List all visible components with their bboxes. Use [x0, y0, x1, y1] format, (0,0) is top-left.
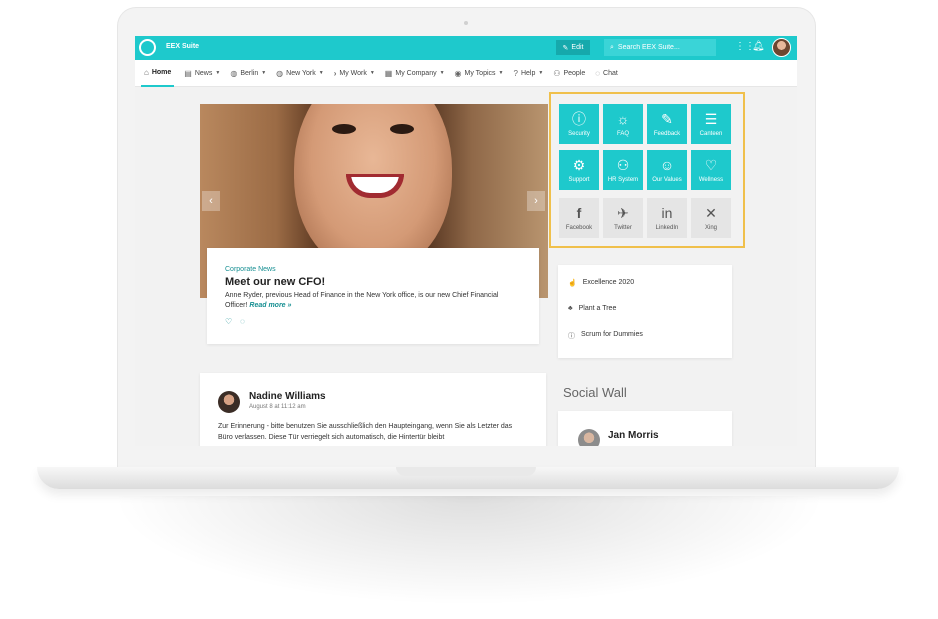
nav-help[interactable]: ? Help ▼ — [513, 60, 543, 87]
screen: EEX Suite ✎ Edit ⌕ ⋮⋮⋮ 🔔︎ ⌂Home ▤News▼ ◍… — [135, 36, 797, 446]
logo-icon[interactable] — [139, 39, 156, 56]
xing-icon: ✕ — [705, 205, 717, 221]
building-icon: ▦ — [384, 68, 393, 78]
news-category[interactable]: Corporate News — [225, 266, 521, 273]
nav-news[interactable]: ▤ News ▼ — [184, 60, 220, 87]
read-more-link[interactable]: Read more » — [249, 302, 291, 309]
chevron-right-icon: › — [333, 68, 337, 78]
caret-down-icon: ▼ — [215, 70, 221, 76]
home-icon: ⌂ — [144, 67, 149, 77]
smile-icon: ☺ — [659, 157, 675, 173]
top-bar: EEX Suite ✎ Edit ⌕ ⋮⋮⋮ 🔔︎ — [135, 36, 797, 60]
location-pin-icon: ◍ — [230, 68, 238, 78]
caret-down-icon: ▼ — [439, 70, 445, 76]
news-card[interactable]: Corporate News Meet our new CFO! Anne Ry… — [207, 248, 539, 344]
caret-down-icon: ▼ — [498, 70, 504, 76]
thumbs-up-icon: ☝ — [568, 280, 577, 287]
social-wall-card: Jan Morris — [558, 411, 732, 446]
tree-icon: ♣ — [568, 305, 573, 312]
question-icon: ? — [513, 68, 518, 78]
tile-security[interactable]: ⓘ Security — [559, 104, 599, 144]
hero-smile — [346, 174, 404, 198]
team-icon: ⚇ — [616, 157, 630, 173]
laptop-notch — [396, 467, 536, 476]
eye-icon: ◉ — [454, 68, 462, 78]
social-post-author[interactable]: Jan Morris — [608, 430, 659, 441]
tile-facebook[interactable]: f Facebook — [559, 198, 599, 238]
caret-down-icon: ▼ — [538, 70, 544, 76]
edit-label: Edit — [571, 44, 584, 51]
laptop-shadow — [110, 496, 828, 606]
nav-my-work[interactable]: › My Work ▼ — [334, 60, 375, 87]
heart-icon: ♡ — [704, 157, 718, 173]
newspaper-icon: ▤ — [184, 68, 192, 78]
caret-down-icon: ▼ — [261, 70, 267, 76]
chat-icon: ◌ — [595, 68, 601, 78]
nav-new-york[interactable]: ◍ New York ▼ — [276, 60, 324, 87]
quick-link-plant-tree[interactable]: ♣ Plant a Tree — [568, 305, 722, 331]
search-icon: ⌕ — [610, 43, 614, 51]
user-avatar[interactable] — [772, 38, 791, 57]
people-icon: ⚇ — [553, 68, 561, 78]
tile-hr-system[interactable]: ⚇ HR System — [603, 150, 643, 190]
carousel-prev-button[interactable]: ‹ — [202, 191, 220, 211]
linkedin-icon: in — [661, 205, 673, 221]
info-icon: ⓘ — [568, 333, 575, 340]
info-icon: ⓘ — [572, 111, 586, 127]
caret-down-icon: ▼ — [318, 70, 324, 76]
gear-icon: ⚙ — [572, 157, 586, 173]
edit-button[interactable]: ✎ Edit — [556, 40, 590, 55]
tile-canteen[interactable]: ☰ Canteen — [691, 104, 731, 144]
nav-home[interactable]: ⌂ Home — [141, 60, 175, 87]
tile-feedback[interactable]: ✎ Feedback — [647, 104, 687, 144]
stage: EEX Suite ✎ Edit ⌕ ⋮⋮⋮ 🔔︎ ⌂Home ▤News▼ ◍… — [0, 0, 938, 619]
tile-wellness[interactable]: ♡ Wellness — [691, 150, 731, 190]
nav-my-company[interactable]: ▦ My Company ▼ — [385, 60, 445, 87]
avatar[interactable] — [578, 429, 600, 446]
carousel-next-button[interactable]: › — [527, 191, 545, 211]
search-box[interactable]: ⌕ — [604, 39, 716, 56]
quick-link-excellence[interactable]: ☝ Excellence 2020 — [568, 279, 722, 305]
tile-xing[interactable]: ✕ Xing — [691, 198, 731, 238]
tile-our-values[interactable]: ☺ Our Values — [647, 150, 687, 190]
hero-eye-left — [332, 124, 356, 134]
tile-twitter[interactable]: ✈︎ Twitter — [603, 198, 643, 238]
heart-icon[interactable]: ♡ — [225, 317, 232, 326]
social-wall-title: Social Wall — [563, 385, 627, 400]
comment-icon[interactable]: ◌ — [240, 317, 245, 326]
news-title[interactable]: Meet our new CFO! — [225, 276, 521, 288]
post-text: Zur Erinnerung - bitte benutzen Sie auss… — [218, 423, 513, 441]
tile-support[interactable]: ⚙ Support — [559, 150, 599, 190]
edit-icon: ✎ — [562, 44, 569, 52]
main-nav: ⌂ Home ▤ News ▼ ◍ Berlin ▼ ◍ New York ▼ › My Wor… — [135, 60, 797, 87]
quick-link-scrum[interactable]: ⓘ Scrum for Dummies — [568, 331, 722, 357]
feed-post: Nadine Williams August 8 at 11:12 am Zur… — [200, 373, 546, 446]
nav-chat[interactable]: ◌ Chat — [595, 60, 618, 87]
tile-faq[interactable]: ☼ FAQ — [603, 104, 643, 144]
facebook-icon: f — [576, 205, 582, 221]
camera-dot — [464, 21, 468, 25]
bell-icon[interactable]: 🔔︎ — [752, 41, 765, 52]
burger-icon: ☰ — [704, 111, 718, 127]
hero-eye-right — [390, 124, 414, 134]
news-actions: ♡ ◌ — [225, 317, 521, 326]
hero-photo-face — [294, 104, 452, 272]
nav-people[interactable]: ⚇ People — [553, 60, 585, 87]
post-date: August 8 at 11:12 am — [249, 404, 306, 410]
twitter-icon: ✈︎ — [617, 205, 629, 221]
location-pin-icon: ◍ — [276, 68, 284, 78]
nav-berlin[interactable]: ◍ Berlin ▼ — [230, 60, 266, 87]
quick-links-card: ☝ Excellence 2020 ♣ Plant a Tree ⓘ Scrum fo… — [558, 265, 732, 358]
tile-linkedin[interactable]: in LinkedIn — [647, 198, 687, 238]
news-text: Anne Ryder, previous Head of Finance in … — [225, 291, 521, 311]
nav-my-topics[interactable]: ◉ My Topics ▼ — [455, 60, 504, 87]
lightbulb-icon: ☼ — [616, 111, 630, 127]
caret-down-icon: ▼ — [369, 70, 375, 76]
edit-icon: ✎ — [661, 111, 673, 127]
app-name: EEX Suite — [166, 43, 200, 50]
search-input[interactable] — [617, 44, 708, 51]
post-author[interactable]: Nadine Williams — [249, 391, 326, 402]
avatar[interactable] — [218, 391, 240, 413]
